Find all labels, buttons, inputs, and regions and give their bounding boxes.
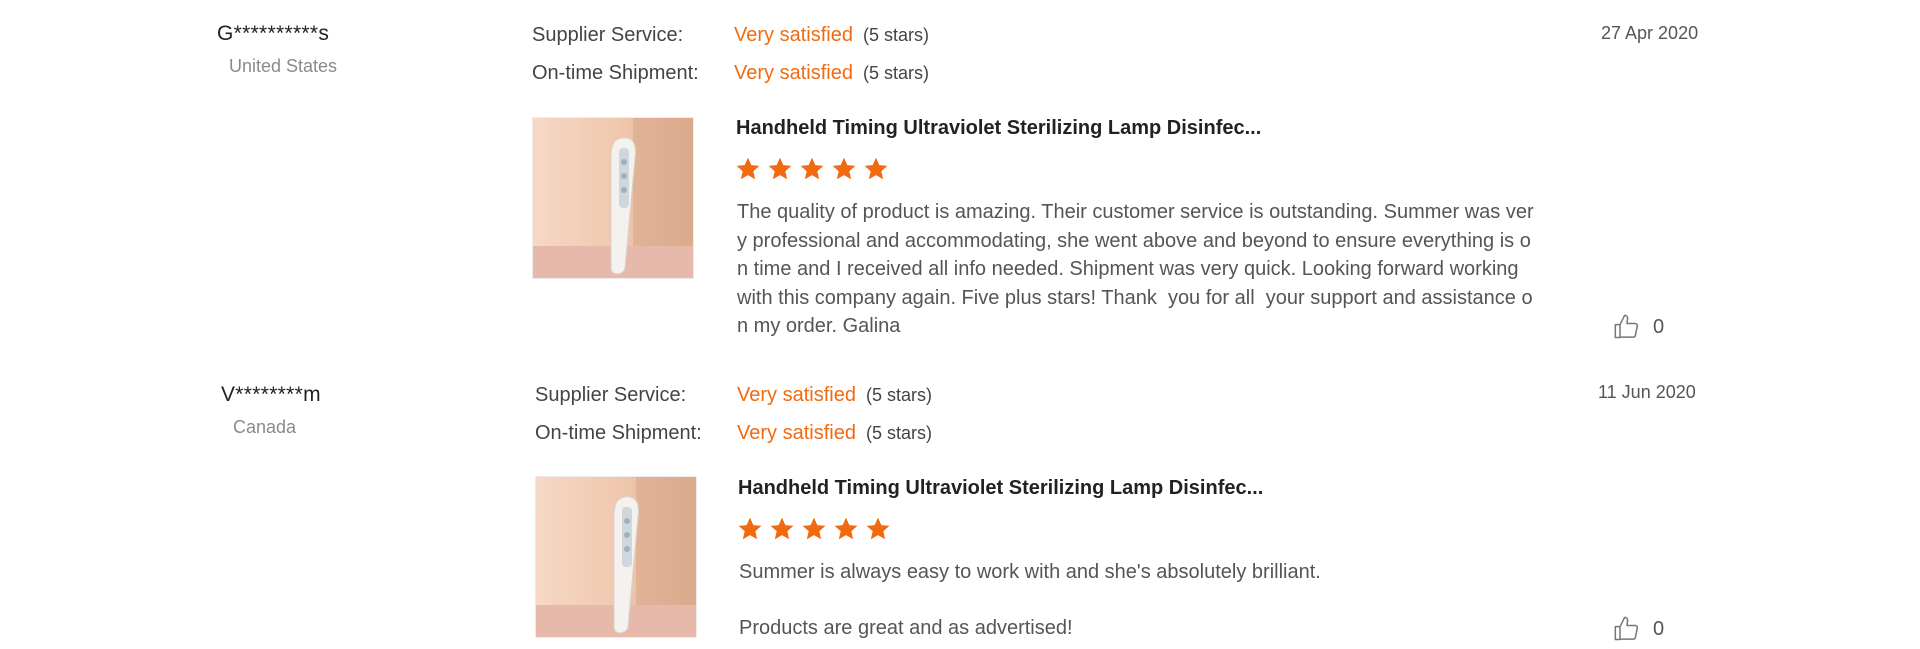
rating-text: Very satisfied <box>737 422 856 444</box>
rating-row-on-time-shipment: On-time Shipment: Very satisfied (5 stars) <box>535 422 932 445</box>
rating-label: Supplier Service: <box>535 384 687 406</box>
rating-text: Very satisfied <box>737 384 856 406</box>
star-icon <box>736 157 760 180</box>
rating-row-supplier-service: Supplier Service: Very satisfied (5 stars) <box>535 384 932 407</box>
product-title[interactable]: Handheld Timing Ultraviolet Sterilizing … <box>736 117 1261 140</box>
rating-stars-count: (5 stars) <box>865 423 932 443</box>
like-count: 0 <box>1653 315 1665 338</box>
buyer-name: G**********s <box>217 22 330 45</box>
buyer-name: V********m <box>221 383 321 406</box>
like-button[interactable]: 0 <box>1613 615 1664 643</box>
rating-stars-count: (5 stars) <box>862 63 929 83</box>
rating-text: Very satisfied <box>734 62 853 84</box>
product-thumbnail[interactable] <box>532 117 694 279</box>
review-date: 11 Jun 2020 <box>1598 382 1696 402</box>
star-icon <box>866 517 890 540</box>
review-date: 27 Apr 2020 <box>1601 23 1699 43</box>
star-icon <box>802 517 826 540</box>
rating-text: Very satisfied <box>734 24 853 46</box>
thumbs-up-icon <box>1614 314 1639 339</box>
star-rating <box>737 516 891 542</box>
star-rating <box>735 156 889 182</box>
star-icon <box>832 157 856 180</box>
like-button[interactable]: 0 <box>1613 313 1664 341</box>
review-text: The quality of product is amazing. Their… <box>737 201 1534 337</box>
product-title[interactable]: Handheld Timing Ultraviolet Sterilizing … <box>738 477 1263 500</box>
star-icon <box>768 157 792 180</box>
product-thumbnail[interactable] <box>535 476 697 638</box>
rating-label: Supplier Service: <box>532 24 684 46</box>
like-count: 0 <box>1653 617 1665 640</box>
rating-stars-count: (5 stars) <box>865 385 932 405</box>
thumbs-up-icon <box>1614 616 1639 641</box>
rating-label: On-time Shipment: <box>535 422 702 444</box>
rating-row-on-time-shipment: On-time Shipment: Very satisfied (5 stars) <box>532 62 929 85</box>
buyer-country: United States <box>229 56 338 76</box>
rating-stars-count: (5 stars) <box>862 25 929 45</box>
star-icon <box>834 517 858 540</box>
star-icon <box>770 517 794 540</box>
rating-label: On-time Shipment: <box>532 62 699 84</box>
star-icon <box>800 157 824 180</box>
buyer-country: Canada <box>233 417 297 437</box>
star-icon <box>864 157 888 180</box>
review-text: Summer is always easy to work with and s… <box>739 561 1321 639</box>
star-icon <box>738 517 762 540</box>
rating-row-supplier-service: Supplier Service: Very satisfied (5 stars) <box>532 24 929 47</box>
